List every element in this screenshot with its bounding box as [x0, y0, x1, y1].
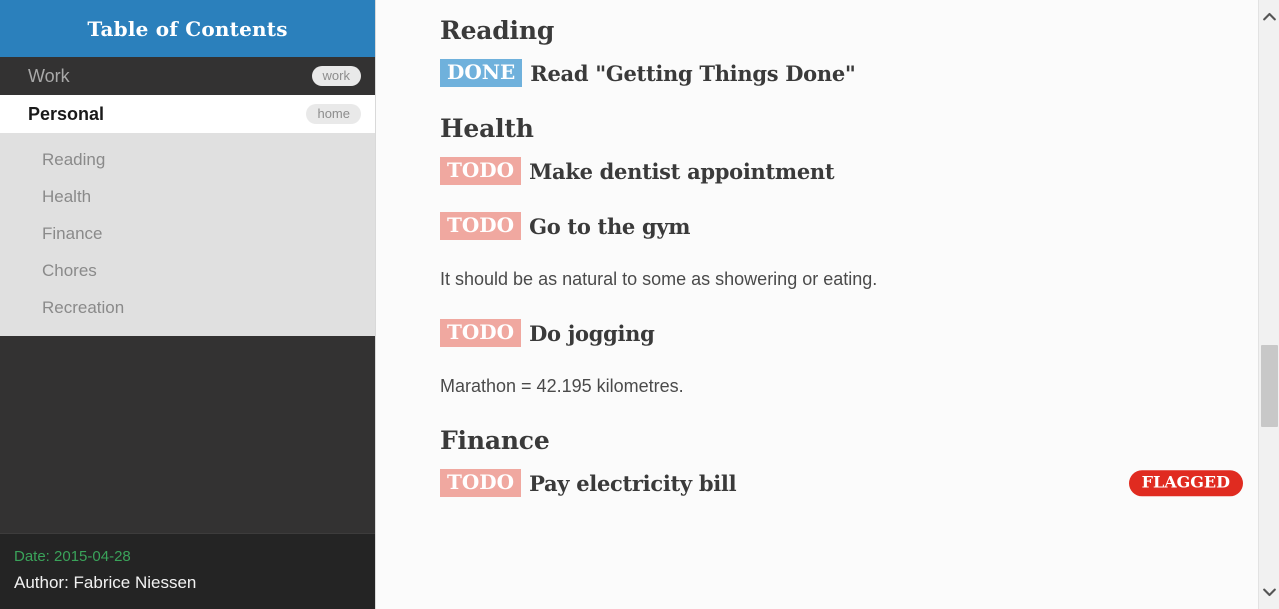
section-heading: Reading: [440, 16, 555, 45]
sidebar-tag-home[interactable]: home: [306, 104, 361, 124]
task-keyword-badge[interactable]: DONE: [440, 59, 523, 87]
task-title: Read "Getting Things Done": [530, 60, 856, 86]
sidebar-item-chores-label: Chores: [42, 260, 97, 280]
task-keyword-badge[interactable]: TODO: [440, 157, 522, 185]
sidebar-item-work[interactable]: Work work: [0, 57, 375, 95]
task-keyword-badge[interactable]: TODO: [440, 469, 522, 498]
sidebar-item-reading-label: Reading: [42, 149, 106, 169]
table-of-contents-sidebar: Table of Contents Work work Personal hom…: [0, 0, 375, 609]
task-title: Do jogging: [529, 320, 655, 346]
chevron-down-icon[interactable]: [1259, 582, 1279, 603]
task-title: Pay electricity bill: [529, 470, 737, 496]
task-keyword-badge[interactable]: TODO: [440, 212, 522, 240]
sidebar-item-finance[interactable]: Finance: [0, 215, 375, 252]
task-item[interactable]: TODO Pay electricity bill FLAGGED: [440, 469, 1255, 498]
sidebar-item-chores[interactable]: Chores: [0, 252, 375, 289]
flagged-tag[interactable]: FLAGGED: [1128, 470, 1243, 497]
sidebar-item-personal-label: Personal: [28, 103, 105, 124]
section-heading: Health: [440, 114, 534, 143]
paragraph: Marathon = 42.195 kilometres.: [440, 376, 684, 397]
sidebar-tag-work[interactable]: work: [311, 66, 361, 86]
task-keyword-badge[interactable]: TODO: [440, 319, 522, 348]
toc-top-level-list: Work work Personal home: [0, 57, 375, 133]
paragraph: It should be as natural to some as showe…: [440, 269, 878, 289]
sidebar-item-recreation-label: Recreation: [42, 297, 125, 317]
chevron-up-icon[interactable]: [1259, 6, 1279, 27]
sidebar-spacer: [0, 336, 375, 533]
toc-sub-list: Reading Health Finance Chores Recreation: [0, 133, 375, 336]
vertical-scrollbar[interactable]: [1258, 0, 1279, 609]
sidebar-item-recreation[interactable]: Recreation: [0, 289, 375, 326]
sidebar-item-personal[interactable]: Personal home: [0, 95, 375, 133]
document-author: Author: Fabrice Niessen: [14, 573, 197, 592]
task-item[interactable]: TODO Do jogging: [440, 319, 1255, 348]
sidebar-item-health[interactable]: Health: [0, 178, 375, 215]
task-title: Make dentist appointment: [529, 158, 835, 184]
task-item[interactable]: DONE Read "Getting Things Done": [440, 59, 1255, 87]
document-content-area: Reading DONE Read "Getting Things Done" Hea…: [375, 0, 1279, 609]
scrollbar-thumb[interactable]: [1261, 345, 1278, 427]
sidebar-footer: Date: 2015-04-28 Author: Fabrice Niessen: [0, 533, 375, 609]
task-item[interactable]: TODO Go to the gym: [440, 212, 1255, 240]
app-root: Table of Contents Work work Personal hom…: [0, 0, 1279, 609]
sidebar-item-reading[interactable]: Reading: [0, 141, 375, 178]
content-blocks: Reading DONE Read "Getting Things Done" Hea…: [440, 0, 1255, 498]
sidebar-item-work-label: Work: [28, 65, 70, 86]
sidebar-item-health-label: Health: [42, 186, 92, 206]
task-item[interactable]: TODO Make dentist appointment: [440, 157, 1255, 185]
sidebar-item-finance-label: Finance: [42, 223, 103, 243]
toc-header: Table of Contents: [0, 0, 375, 57]
section-heading: Finance: [440, 426, 550, 456]
task-title: Go to the gym: [529, 213, 691, 239]
document-date: Date: 2015-04-28: [14, 548, 131, 565]
toc-header-title: Table of Contents: [87, 16, 288, 41]
